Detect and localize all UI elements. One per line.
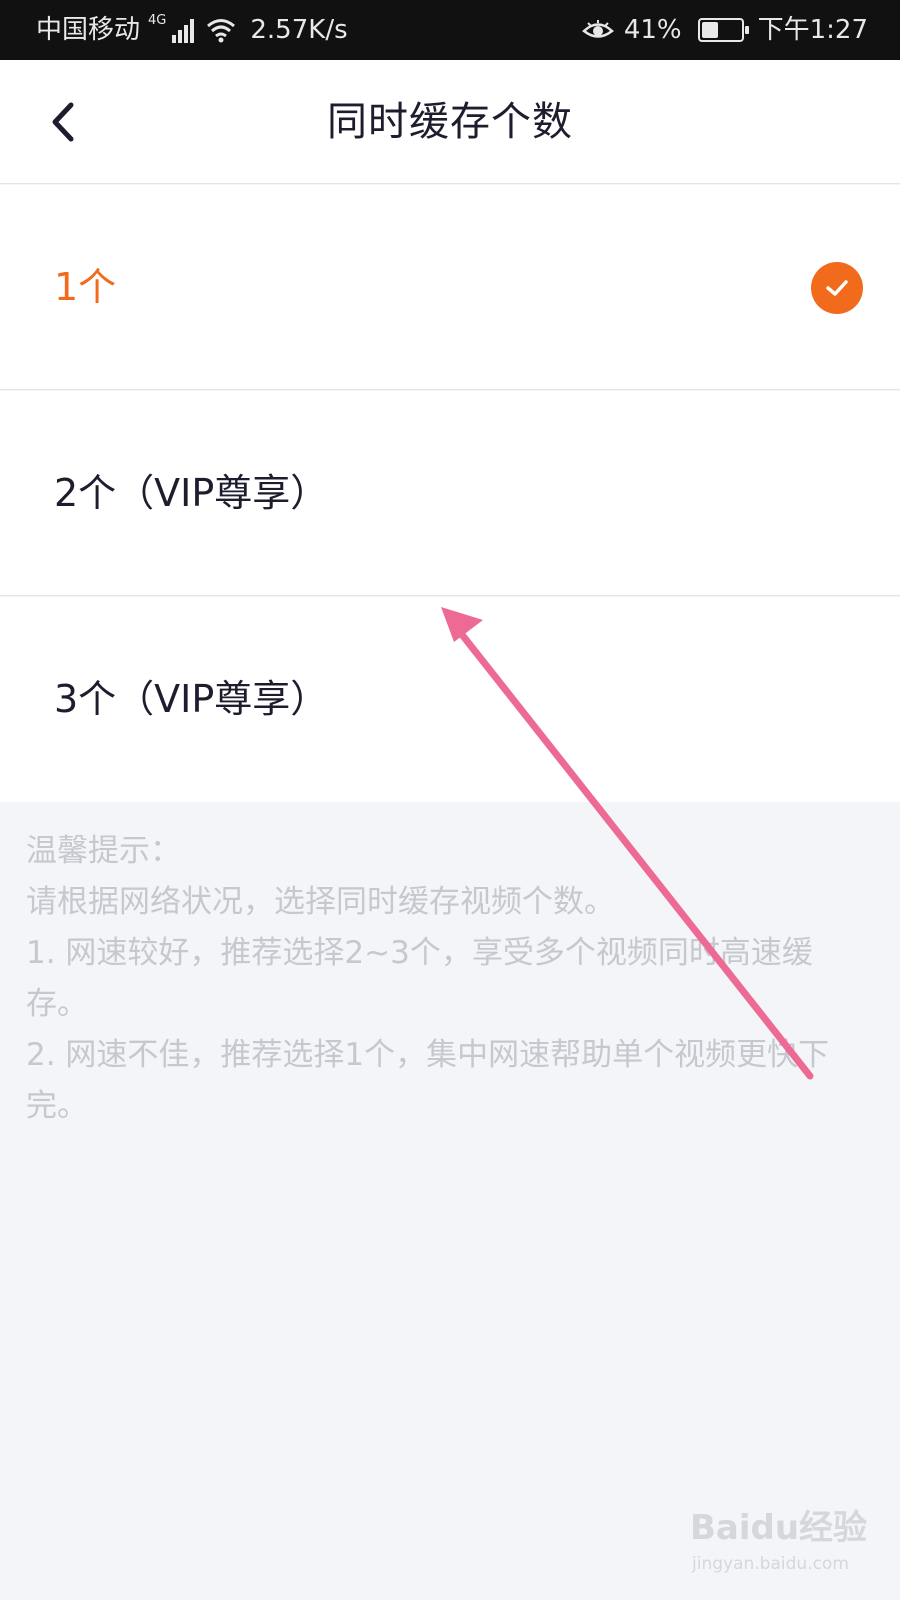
watermark-logo: Baidu经验: [690, 1508, 868, 1548]
carrier-name: 中国移动: [36, 15, 141, 45]
battery-percent: 41%: [623, 15, 682, 45]
option-label: 2个（VIP尊享）: [54, 471, 329, 515]
watermark: Baidu经验 jingyan.baidu.com: [690, 1500, 870, 1590]
status-bar: 中国移动 4G 2.57K/s 41% 下午1:27: [0, 0, 900, 60]
nav-bar: 同时缓存个数: [0, 60, 900, 184]
tips-intro: 请根据网络状况，选择同时缓存视频个数。: [26, 884, 615, 920]
chevron-left-icon: [52, 102, 74, 142]
charging-leaf-icon: [717, 24, 727, 36]
network-speed: 2.57K/s: [250, 15, 348, 45]
tips-line-1: 1. 网速较好，推荐选择2~3个，享受多个视频同时高速缓存。: [26, 935, 813, 1022]
tips-section: 温馨提示： 请根据网络状况，选择同时缓存视频个数。 1. 网速较好，推荐选择2~…: [26, 826, 874, 1132]
option-label: 3个（VIP尊享）: [54, 677, 329, 721]
checkmark-icon: [811, 262, 863, 314]
option-1[interactable]: 1个: [0, 185, 900, 390]
watermark-url: jingyan.baidu.com: [692, 1554, 849, 1574]
status-time: 下午1:27: [757, 15, 868, 45]
back-button[interactable]: [30, 90, 94, 154]
tips-line-2: 2. 网速不佳，推荐选择1个，集中网速帮助单个视频更快下完。: [26, 1037, 830, 1124]
page-title: 同时缓存个数: [327, 99, 573, 145]
eye-comfort-icon: [581, 20, 614, 38]
battery-icon: [697, 18, 749, 42]
status-right: 41% 下午1:27: [581, 0, 868, 60]
option-3[interactable]: 3个（VIP尊享）: [0, 597, 900, 802]
network-type: 4G: [148, 12, 167, 28]
status-left: 中国移动 4G 2.57K/s: [36, 0, 348, 60]
signal-icon: [172, 17, 195, 43]
option-2[interactable]: 2个（VIP尊享）: [0, 391, 900, 596]
wifi-icon: [207, 19, 236, 43]
tips-heading: 温馨提示：: [26, 833, 181, 869]
option-label: 1个: [54, 265, 117, 309]
